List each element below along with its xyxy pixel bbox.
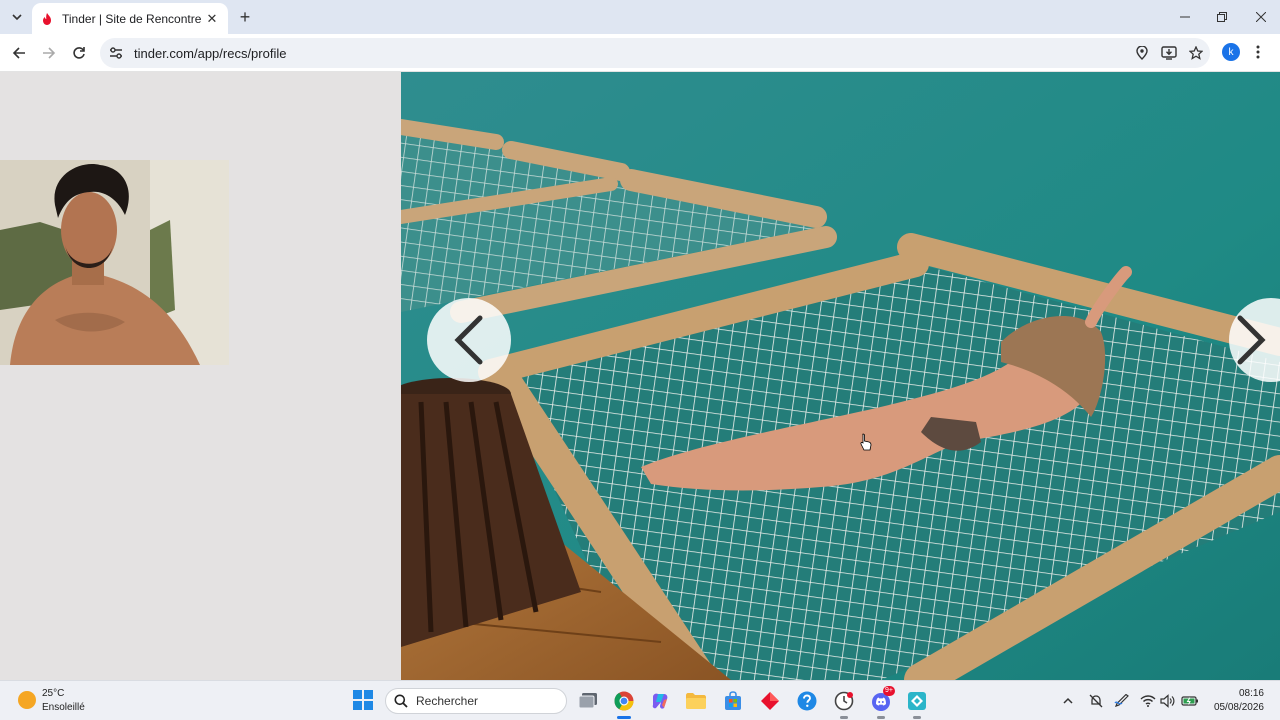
profile-avatar[interactable]: k xyxy=(1222,43,1240,61)
reload-button[interactable] xyxy=(67,41,91,65)
weather-temperature[interactable]: 25°C xyxy=(42,688,64,699)
install-app-icon xyxy=(1161,46,1177,60)
search-placeholder: Rechercher xyxy=(416,694,479,708)
minimize-button[interactable] xyxy=(1166,0,1204,34)
location-button[interactable] xyxy=(1129,40,1155,66)
chevron-right-icon xyxy=(1237,315,1266,365)
restore-button[interactable] xyxy=(1203,0,1241,34)
chevron-left-icon xyxy=(454,315,483,365)
folder-icon xyxy=(686,693,706,709)
minimize-icon xyxy=(1180,16,1190,18)
battery-charging-icon xyxy=(1181,696,1198,706)
browser-tab-strip: Tinder | Site de Rencontre ✕ + xyxy=(0,0,1280,34)
tray-overflow-button[interactable] xyxy=(1059,692,1077,710)
webcam-person-image xyxy=(0,160,229,365)
task-view-button[interactable] xyxy=(576,689,600,713)
tinder-flame-icon xyxy=(43,12,51,25)
restore-icon xyxy=(1217,12,1227,22)
taskbar-help[interactable] xyxy=(795,689,819,713)
arrow-right-icon xyxy=(43,47,56,59)
location-pin-icon xyxy=(1136,46,1148,60)
tray-volume[interactable] xyxy=(1159,692,1177,710)
search-icon xyxy=(394,694,408,708)
copilot-icon xyxy=(652,693,668,709)
clock-date[interactable]: 05/08/2026 xyxy=(1200,702,1264,713)
tray-wifi[interactable] xyxy=(1139,692,1157,710)
task-view-icon xyxy=(578,693,597,709)
reload-icon xyxy=(73,47,85,59)
volume-icon xyxy=(1160,694,1175,708)
red-diamond-icon xyxy=(761,692,779,710)
tray-pen-app[interactable] xyxy=(1113,692,1131,710)
plus-icon: + xyxy=(239,6,251,27)
photo-scene-image xyxy=(401,72,1280,680)
back-button[interactable] xyxy=(7,41,31,65)
discord-badge: 9+ xyxy=(883,686,895,696)
taskbar-store[interactable] xyxy=(721,689,745,713)
wifi-icon xyxy=(1140,695,1156,707)
bookmark-button[interactable] xyxy=(1183,40,1209,66)
taskbar-red-app[interactable] xyxy=(758,689,782,713)
webcam-overlay xyxy=(0,160,229,365)
clock-icon xyxy=(834,691,854,711)
taskbar-clock-app[interactable] xyxy=(832,689,856,719)
tab-search-button[interactable] xyxy=(6,6,28,28)
star-icon xyxy=(1189,46,1203,60)
tray-battery[interactable] xyxy=(1181,692,1199,710)
forward-button[interactable] xyxy=(37,41,61,65)
sun-icon[interactable] xyxy=(18,691,36,709)
taskbar-chrome[interactable] xyxy=(612,689,636,719)
install-app-button[interactable] xyxy=(1156,40,1182,66)
taskbar-search[interactable]: Rechercher xyxy=(385,688,567,714)
address-bar[interactable]: tinder.com/app/recs/profile xyxy=(100,38,1210,68)
remote-desktop-icon xyxy=(908,692,926,710)
chevron-up-icon xyxy=(1063,697,1073,704)
close-window-button[interactable] xyxy=(1242,0,1280,34)
previous-photo-button[interactable] xyxy=(427,298,511,382)
store-icon xyxy=(725,691,741,710)
tab-title: Tinder | Site de Rencontre xyxy=(62,11,202,26)
more-vert-icon xyxy=(1256,45,1260,59)
taskbar-remote-app[interactable] xyxy=(905,689,929,719)
site-info-button[interactable] xyxy=(102,39,130,67)
hand-cursor-icon xyxy=(860,433,872,451)
weather-description[interactable]: Ensoleillé xyxy=(42,702,85,713)
bell-off-icon xyxy=(1089,694,1103,708)
clock-time[interactable]: 08:16 xyxy=(1212,688,1264,699)
browser-toolbar: tinder.com/app/recs/profile xyxy=(0,34,1280,72)
chevron-down-icon xyxy=(12,14,22,21)
chrome-icon xyxy=(614,691,634,711)
start-button[interactable] xyxy=(353,690,373,710)
new-tab-button[interactable]: + xyxy=(234,6,256,28)
browser-menu-button[interactable] xyxy=(1250,41,1266,63)
profile-photo[interactable] xyxy=(401,72,1280,680)
page-content xyxy=(0,72,1280,680)
taskbar-copilot[interactable] xyxy=(648,689,672,713)
browser-tab-tinder[interactable]: Tinder | Site de Rencontre ✕ xyxy=(32,3,228,34)
taskbar-discord[interactable]: 9+ xyxy=(869,686,895,719)
tray-notifications-muted[interactable] xyxy=(1087,692,1105,710)
close-icon xyxy=(1256,12,1266,22)
taskbar-file-explorer[interactable] xyxy=(684,689,708,713)
arrow-left-icon xyxy=(12,47,25,59)
windows-taskbar: 25°C Ensoleillé Rechercher 9+ 08:16 05/0… xyxy=(0,680,1280,720)
tune-icon xyxy=(110,47,122,59)
pen-icon xyxy=(1114,694,1129,707)
help-icon xyxy=(797,691,817,711)
tab-close-icon[interactable]: ✕ xyxy=(204,11,220,27)
url-text[interactable]: tinder.com/app/recs/profile xyxy=(134,46,1129,61)
